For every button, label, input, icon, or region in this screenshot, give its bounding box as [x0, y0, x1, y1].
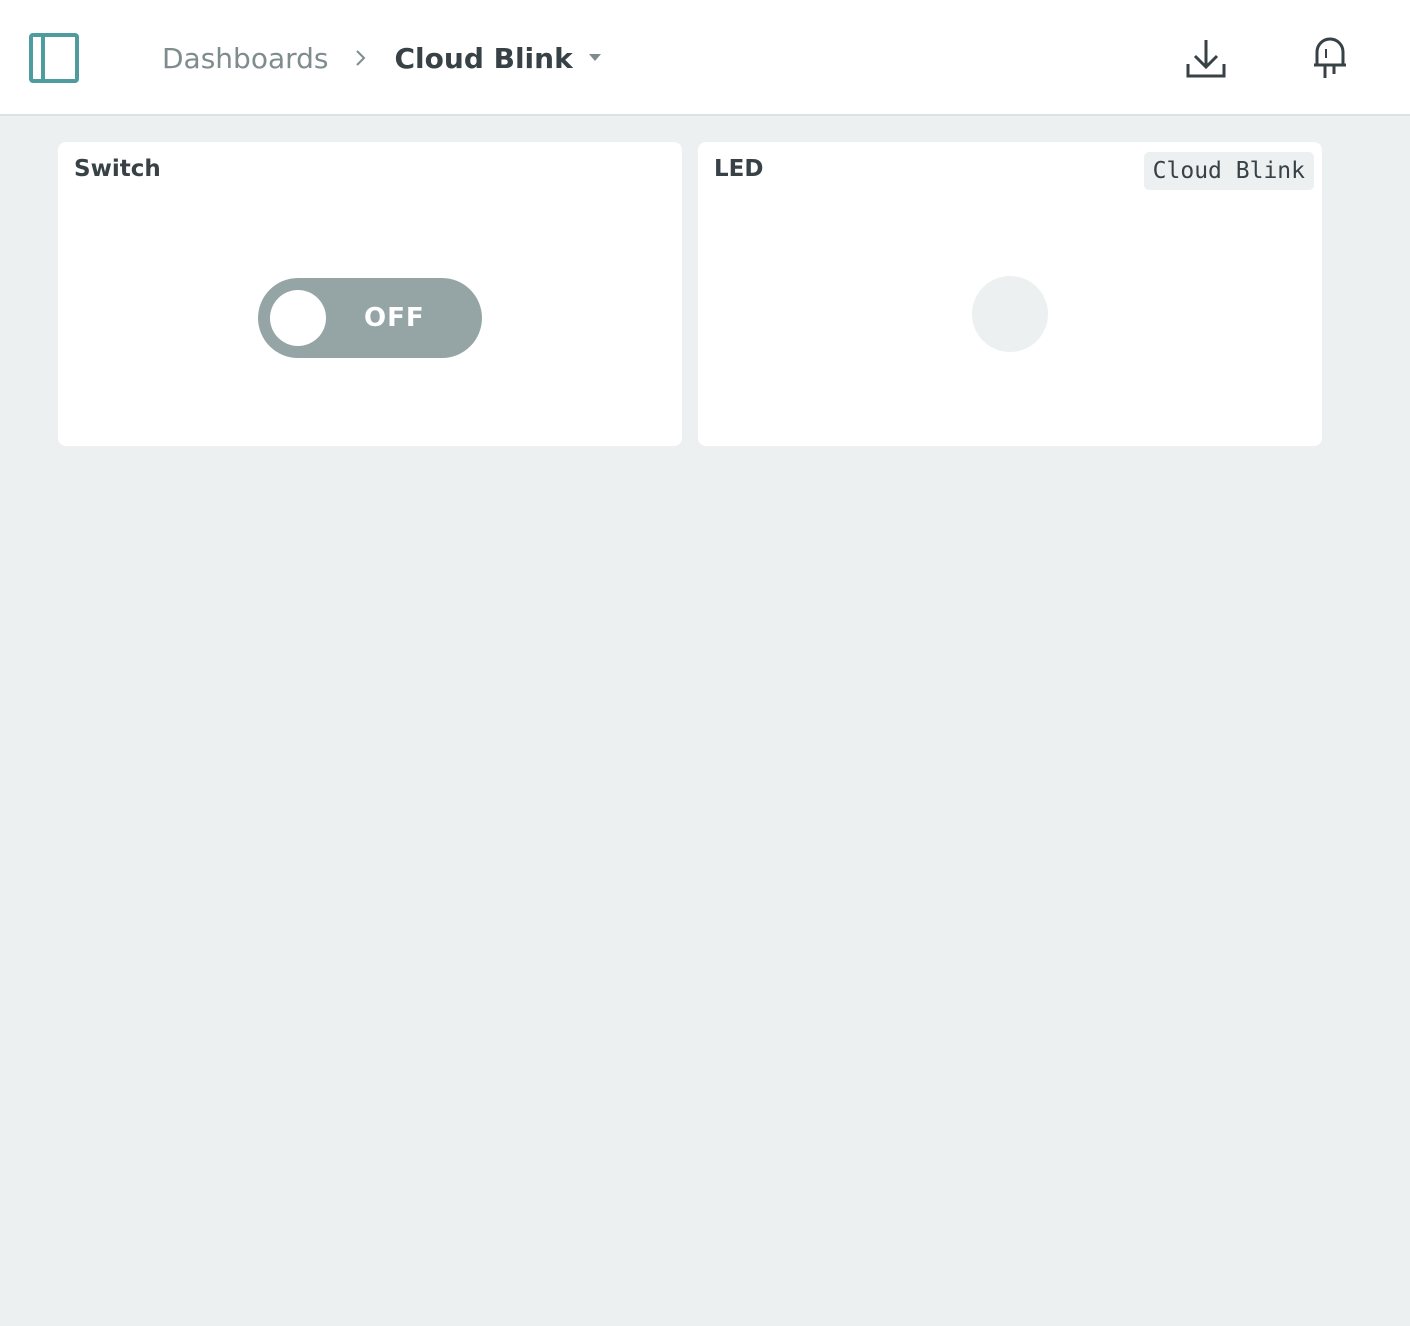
toggle-knob — [270, 290, 326, 346]
chevron-right-icon — [355, 50, 365, 66]
led-button[interactable] — [1302, 30, 1358, 86]
led-widget: LED Cloud Blink — [698, 142, 1322, 446]
device-tag: Cloud Blink — [1143, 152, 1314, 190]
dashboard-title: Cloud Blink — [394, 41, 573, 75]
download-icon — [1186, 40, 1226, 78]
sidebar-toggle-button[interactable] — [26, 30, 82, 86]
breadcrumb-dashboards-link[interactable]: Dashboards — [162, 42, 329, 75]
switch-toggle[interactable]: OFF — [258, 278, 482, 358]
dashboard-selector[interactable]: Cloud Blink — [395, 42, 603, 75]
breadcrumb: Dashboards Cloud Blink — [162, 38, 603, 78]
caret-down-icon — [588, 54, 601, 61]
sidebar-panel-icon — [29, 33, 79, 83]
toggle-state-label: OFF — [364, 303, 425, 333]
switch-widget: Switch OFF — [58, 142, 682, 446]
widget-title: Switch — [74, 156, 161, 182]
download-button[interactable] — [1178, 30, 1234, 86]
widget-title: LED — [714, 156, 764, 182]
led-icon — [1314, 37, 1346, 78]
top-bar: Dashboards Cloud Blink — [0, 0, 1410, 116]
led-indicator — [972, 276, 1048, 352]
